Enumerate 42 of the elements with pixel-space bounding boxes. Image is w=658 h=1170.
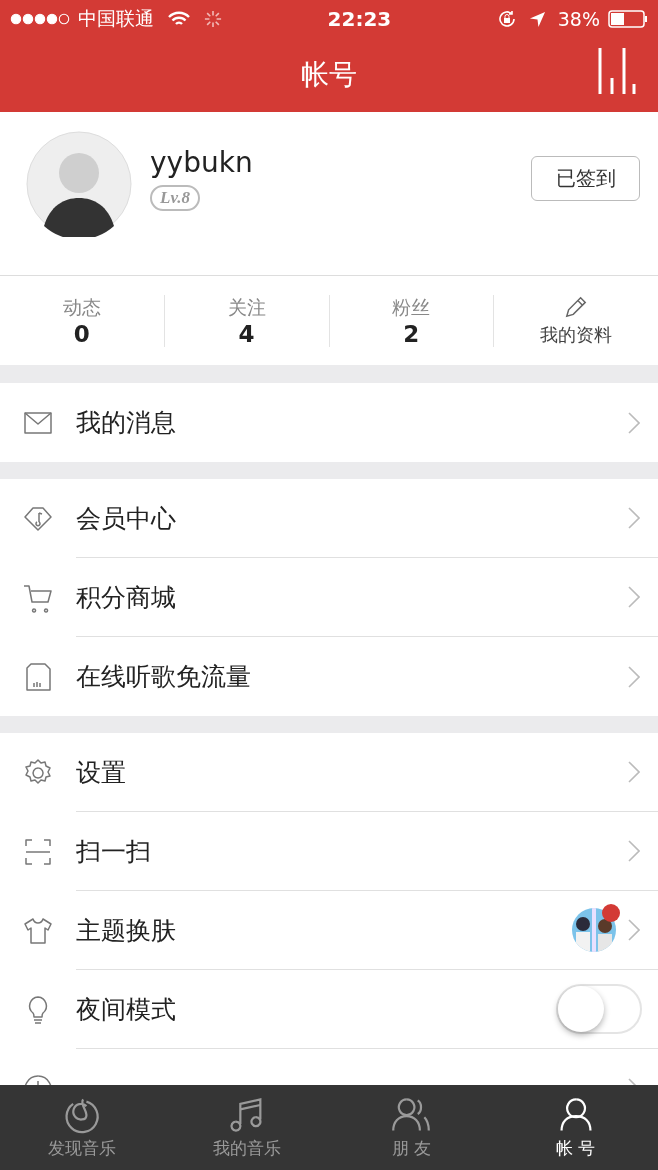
menu-item-label[interactable]: 设置 xyxy=(76,755,126,789)
equalizer-icon[interactable] xyxy=(598,48,636,94)
rotation-lock-icon xyxy=(496,9,517,29)
checkin-button[interactable]: 已签到 xyxy=(531,156,640,201)
menu-item-label[interactable]: 扫一扫 xyxy=(76,834,151,868)
chevron-icon xyxy=(628,840,640,862)
stat-count: 4 xyxy=(238,320,255,347)
spinner-icon xyxy=(204,10,222,28)
chevron-icon xyxy=(628,665,640,688)
signal-icon xyxy=(10,13,70,25)
chevron-icon xyxy=(628,761,640,783)
nav-title: 帐号 xyxy=(301,57,357,93)
menu-item-label[interactable]: 积分商城 xyxy=(76,580,176,614)
battery-percent: 38% xyxy=(557,8,600,30)
toggle-switch[interactable] xyxy=(556,984,642,1034)
chevron-icon xyxy=(628,586,640,608)
username: yybukn xyxy=(150,146,253,179)
tab[interactable]: 我的音乐 xyxy=(164,1085,329,1170)
menu-item-label[interactable]: 我的消息 xyxy=(76,406,176,439)
chevron-icon xyxy=(628,411,640,434)
menu-item-label[interactable]: 在线听歌免流量 xyxy=(76,660,251,693)
location-icon xyxy=(528,10,546,28)
tab[interactable]: 发现音乐 xyxy=(0,1085,165,1170)
tab[interactable]: 朋 友 xyxy=(329,1085,494,1170)
clock-time: 22:23 xyxy=(327,7,392,31)
menu-item-label[interactable]: 会员中心 xyxy=(76,501,176,535)
edit-profile-link[interactable]: 我的资料 xyxy=(540,322,613,347)
battery-icon xyxy=(608,10,648,28)
menu-item-label[interactable]: 主题换肤 xyxy=(76,913,176,947)
chevron-icon xyxy=(628,507,640,529)
stat-count: 0 xyxy=(73,320,90,347)
stat-label: 动态 xyxy=(62,294,101,320)
carrier-name: 中国联通 xyxy=(78,6,154,31)
stat-label: 粉丝 xyxy=(392,294,431,320)
menu-item-label[interactable]: 夜间模式 xyxy=(76,992,176,1026)
level-badge: Lv.8 xyxy=(150,185,201,211)
stat-count: 2 xyxy=(403,320,420,347)
chevron-icon xyxy=(628,919,640,941)
tab[interactable]: 帐 号 xyxy=(493,1085,658,1170)
stat-label: 关注 xyxy=(227,294,266,320)
wifi-icon xyxy=(168,11,190,27)
avatar[interactable] xyxy=(26,130,132,237)
